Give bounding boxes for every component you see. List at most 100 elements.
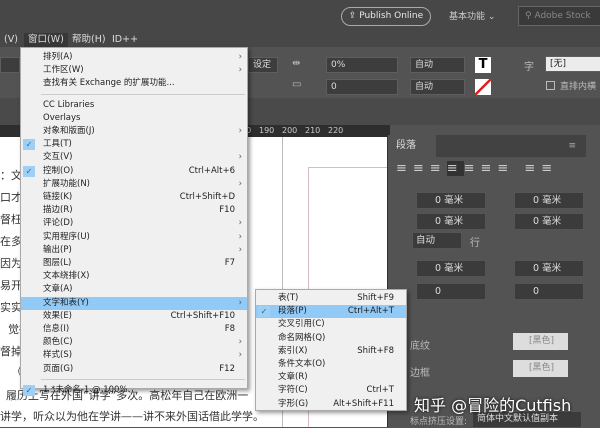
left-indent-field[interactable]: 0 毫米: [416, 192, 486, 209]
font-field[interactable]: [0, 57, 20, 73]
right-indent-field[interactable]: 0 毫米: [514, 192, 584, 209]
no-stroke-icon[interactable]: [475, 79, 491, 95]
vertical-checkbox[interactable]: [546, 81, 555, 90]
menu-item-shortcut: Ctrl+Shift+F10: [170, 310, 235, 321]
submenu-arrow-icon: ›: [238, 152, 242, 163]
menu-item[interactable]: 交叉引用(C): [256, 318, 406, 331]
menu-item[interactable]: 字符(C) Ctrl+T: [256, 384, 406, 397]
menu-item[interactable]: 评论(D) ›: [21, 217, 247, 230]
last-line-indent-field[interactable]: 0 毫米: [514, 213, 584, 230]
setting-field[interactable]: 设定: [248, 57, 278, 73]
menu-help[interactable]: 帮助(H): [68, 33, 110, 47]
menu-item-shortcut: Ctrl+T: [366, 385, 394, 396]
menu-item-label: 描边(R): [43, 205, 73, 216]
auto-field-2[interactable]: 自动: [410, 79, 465, 95]
app-title-bar: ⇪ Publish Online 基本功能 ⌄ ⚲ Adobe Stock: [0, 0, 600, 33]
menu-item[interactable]: 文字和表(Y) ›: [21, 296, 247, 310]
menu-item-shortcut: F8: [224, 324, 235, 334]
border-color-field[interactable]: [黑色]: [513, 360, 568, 377]
tracking-field[interactable]: 0%: [326, 57, 398, 73]
menu-item[interactable]: 实用程序(U) ›: [21, 231, 247, 244]
menu-item[interactable]: 效果(E) Ctrl+Shift+F10: [21, 310, 247, 323]
drop-cap-lines-field[interactable]: 0: [416, 283, 486, 300]
menu-item[interactable]: 链接(K) Ctrl+Shift+D: [21, 191, 247, 204]
menu-item[interactable]: 描边(R) F10: [21, 204, 247, 217]
menu-item-label: 文字和表(Y): [43, 297, 89, 308]
menu-item[interactable]: 交互(V) ›: [21, 151, 247, 164]
menu-bar: (V) 窗口(W) 帮助(H) ID++: [0, 33, 600, 47]
tracking-icon: ⇹: [292, 58, 301, 69]
menu-item-label: 评论(D): [43, 218, 74, 229]
drop-cap-chars-field[interactable]: 0: [514, 283, 584, 300]
menu-item[interactable]: 条件文本(O): [256, 358, 406, 371]
submenu-arrow-icon: ›: [238, 52, 242, 62]
menu-item[interactable]: 样式(S) ›: [21, 349, 247, 362]
menu-item[interactable]: 查找有关 Exchange 的扩展功能...: [21, 77, 247, 90]
menu-item-label: 对象和版面(J): [43, 126, 95, 136]
menu-item[interactable]: 文章(R): [256, 371, 406, 384]
menu-separator: [41, 93, 245, 95]
doc-line: 在多: [0, 235, 22, 248]
space-before-field[interactable]: 0 毫米: [416, 260, 486, 277]
menu-item[interactable]: 信息(I) F8: [21, 323, 247, 336]
space-after-field[interactable]: 0 毫米: [514, 260, 584, 277]
menu-item[interactable]: 表(T) Shift+F9: [256, 292, 406, 305]
menu-item[interactable]: ✓ 控制(O) Ctrl+Alt+6: [21, 165, 247, 178]
menu-item[interactable]: 图层(L) F7: [21, 257, 247, 270]
menu-item-shortcut: Ctrl+Alt+6: [188, 165, 235, 176]
menu-item-label: 控制(O): [43, 165, 74, 176]
menu-item[interactable]: 命名网格(Q): [256, 332, 406, 345]
workspace-dropdown[interactable]: 基本功能 ⌄: [449, 9, 495, 22]
char-style-field[interactable]: [无]: [545, 56, 600, 72]
first-line-indent-field[interactable]: 0 毫米: [416, 213, 486, 230]
text-color-icon[interactable]: T: [475, 57, 491, 73]
menu-item[interactable]: 工作区(W) ›: [21, 64, 247, 77]
menu-view[interactable]: (V): [0, 33, 22, 47]
menu-item-label: 表(T): [278, 293, 299, 303]
menu-item[interactable]: ✓ 1 *未命名-1 @ 100%: [21, 384, 247, 397]
panel-menu-icon[interactable]: ≡: [568, 141, 576, 151]
publish-online-button[interactable]: ⇪ Publish Online: [341, 7, 431, 26]
ruler-tick: 190: [259, 126, 275, 135]
menu-item[interactable]: 页面(G) F12: [21, 363, 247, 376]
watermark: 知乎 @冒险的Cutfish: [414, 396, 572, 415]
check-icon: ✓: [23, 139, 35, 151]
adobe-stock-search[interactable]: ⚲ Adobe Stock: [518, 6, 600, 26]
shading-color-field[interactable]: [黑色]: [513, 333, 568, 350]
menu-item[interactable]: 输出(P) ›: [21, 244, 247, 257]
menu-item-label: 字符(C): [278, 385, 308, 396]
type-and-tables-submenu: 表(T) Shift+F9 ✓ 段落(P) Ctrl+Alt+T 交叉引用(C) 命名网格(…: [255, 289, 407, 411]
doc-line: ：文: [0, 169, 22, 182]
baseline-field[interactable]: 0: [326, 79, 398, 95]
menu-item[interactable]: 对象和版面(J) ›: [21, 125, 247, 138]
menu-idpp[interactable]: ID++: [108, 33, 142, 47]
menu-item-label: 段落(P): [278, 306, 307, 317]
menu-item[interactable]: 扩展功能(N) ›: [21, 178, 247, 191]
panel-tab-paragraph[interactable]: 段落: [388, 135, 436, 157]
grid-align-dropdown[interactable]: 自动: [412, 232, 462, 249]
menu-item[interactable]: 字形(G) Alt+Shift+F11: [256, 398, 406, 411]
menu-item[interactable]: 索引(X) Shift+F8: [256, 345, 406, 358]
menu-item[interactable]: 排列(A) ›: [21, 51, 247, 64]
menu-item-label: 信息(I): [43, 324, 70, 334]
menu-item[interactable]: 文章(A): [21, 283, 247, 296]
panel-header: 段落 ≡: [388, 135, 586, 157]
menu-item[interactable]: ✓ 段落(P) Ctrl+Alt+T: [256, 305, 406, 319]
submenu-arrow-icon: ›: [238, 244, 242, 255]
menu-window[interactable]: 窗口(W): [24, 33, 68, 47]
auto-field-1[interactable]: 自动: [410, 57, 465, 73]
menu-item-label: 工作区(W): [43, 65, 84, 76]
menu-item-label: 字形(G): [278, 398, 309, 409]
alignment-buttons[interactable]: ≡≡≡≡≡≡≡ ≡≡: [396, 161, 558, 176]
menu-item-label: 扩展功能(N): [43, 178, 90, 189]
border-label: 边框: [410, 368, 430, 379]
menu-item[interactable]: 文本绕排(X): [21, 270, 247, 283]
menu-item[interactable]: 颜色(C) ›: [21, 336, 247, 349]
menu-item[interactable]: ✓ 工具(T): [21, 138, 247, 151]
menu-item[interactable]: CC Libraries: [21, 99, 247, 112]
shading-label: 底纹: [410, 341, 430, 352]
check-icon: ✓: [23, 384, 35, 396]
window-menu: 排列(A) › 工作区(W) › 查找有关 Exchange 的扩展功能... CC Li…: [20, 47, 248, 396]
submenu-arrow-icon: ›: [238, 350, 242, 361]
menu-item[interactable]: Overlays: [21, 112, 247, 125]
